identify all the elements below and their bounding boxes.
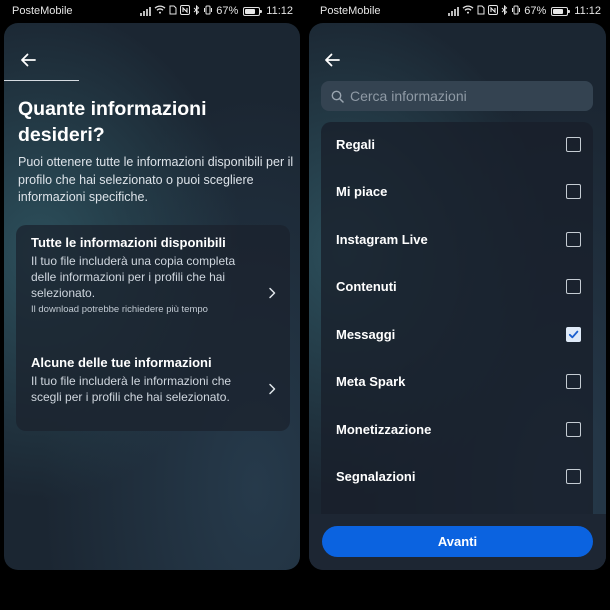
checkbox[interactable] <box>566 468 581 484</box>
option-title: Alcune delle tue informazioni <box>31 355 212 370</box>
item-label: Meta Spark <box>336 373 406 389</box>
item-label: Messaggi <box>336 326 396 342</box>
battery-percent: 67% <box>524 5 547 17</box>
search-bar <box>321 81 593 111</box>
sim-icon <box>477 5 485 18</box>
status-bar: PosteMobile 67% 11:12 <box>0 0 302 22</box>
carrier-name: PosteMobile <box>320 5 381 17</box>
battery-percent: 67% <box>216 5 239 17</box>
option-title: Tutte le informazioni disponibili <box>31 235 226 250</box>
option-all-information[interactable]: Tutte le informazioni disponibili Il tuo… <box>16 235 290 317</box>
chevron-right-icon <box>269 287 276 299</box>
nfc-icon <box>488 4 499 18</box>
vibrate-icon <box>511 5 521 18</box>
clock: 11:12 <box>574 5 601 17</box>
item-label: Monetizzazione <box>336 421 432 437</box>
arrow-left-icon <box>21 53 36 67</box>
header-divider <box>4 80 79 81</box>
bluetooth-icon <box>501 4 508 18</box>
checkbox[interactable] <box>566 278 581 294</box>
checkbox[interactable] <box>566 183 581 199</box>
signal-icon <box>448 6 460 16</box>
carrier-name: PosteMobile <box>12 5 73 17</box>
content-card: Regali Mi piace Instagram Live Contenuti… <box>309 23 606 570</box>
item-label: Instagram Live <box>336 231 428 247</box>
option-note: Il download potrebbe richiedere più temp… <box>31 304 208 315</box>
signal-icon <box>140 6 152 16</box>
vibrate-icon <box>203 5 213 18</box>
checkbox[interactable] <box>566 373 581 389</box>
wifi-icon <box>154 5 166 17</box>
list-item-instagram-live[interactable]: Instagram Live <box>321 219 593 259</box>
checkbox[interactable] <box>566 231 581 247</box>
search-icon <box>331 90 344 103</box>
list-item-messaggi[interactable]: Messaggi <box>321 314 593 354</box>
chevron-right-icon <box>269 383 276 395</box>
phone-screen-select: PosteMobile 67% 11:12 Cerca informazioni… <box>308 0 610 610</box>
status-bar: PosteMobile 67% 11:12 <box>308 0 610 22</box>
list-item-monetizzazione[interactable]: Monetizzazione <box>321 409 593 449</box>
checkmark-icon <box>568 330 579 338</box>
sim-icon <box>169 5 177 18</box>
item-label: Mi piace <box>336 183 388 199</box>
option-description: Il tuo file includerà le informazioni ch… <box>31 374 232 404</box>
information-list: Regali Mi piace Instagram Live Contenuti… <box>321 122 593 514</box>
page-title: Quante informazioni desideri? <box>18 98 207 146</box>
option-description: Il tuo file includerà una copia completa… <box>31 254 236 300</box>
list-item-mi-piace[interactable]: Mi piace <box>321 171 593 211</box>
phone-screen-options: PosteMobile 67% 11:12 Quante informazion… <box>0 0 302 610</box>
clock: 11:12 <box>266 5 293 17</box>
list-item-contenuti[interactable]: Contenuti <box>321 266 593 306</box>
list-item-regali[interactable]: Regali <box>321 124 593 164</box>
page-description: Puoi ottenere tutte le informazioni disp… <box>18 155 294 204</box>
list-item-segnalazioni[interactable]: Segnalazioni <box>321 456 593 496</box>
list-item-meta-spark[interactable]: Meta Spark <box>321 361 593 401</box>
battery-icon <box>243 6 263 16</box>
bluetooth-icon <box>193 4 200 18</box>
battery-icon <box>551 6 571 16</box>
back-button[interactable] <box>320 50 344 70</box>
item-label: Segnalazioni <box>336 468 416 484</box>
options-panel: Tutte le informazioni disponibili Il tuo… <box>16 225 290 431</box>
arrow-left-icon <box>325 53 340 67</box>
search-input[interactable] <box>344 81 593 111</box>
option-some-information[interactable]: Alcune delle tue informazioni Il tuo fil… <box>16 355 290 405</box>
checkbox[interactable] <box>566 421 581 437</box>
item-label: Contenuti <box>336 278 397 294</box>
next-button[interactable]: Avanti <box>322 526 593 557</box>
item-label: Regali <box>336 136 376 152</box>
nfc-icon <box>180 4 191 18</box>
wifi-icon <box>462 5 474 17</box>
checkbox-checked[interactable] <box>566 326 581 342</box>
back-button[interactable] <box>16 50 40 70</box>
checkbox[interactable] <box>566 136 581 152</box>
content-card: Quante informazioni desideri? Puoi otten… <box>4 23 300 570</box>
